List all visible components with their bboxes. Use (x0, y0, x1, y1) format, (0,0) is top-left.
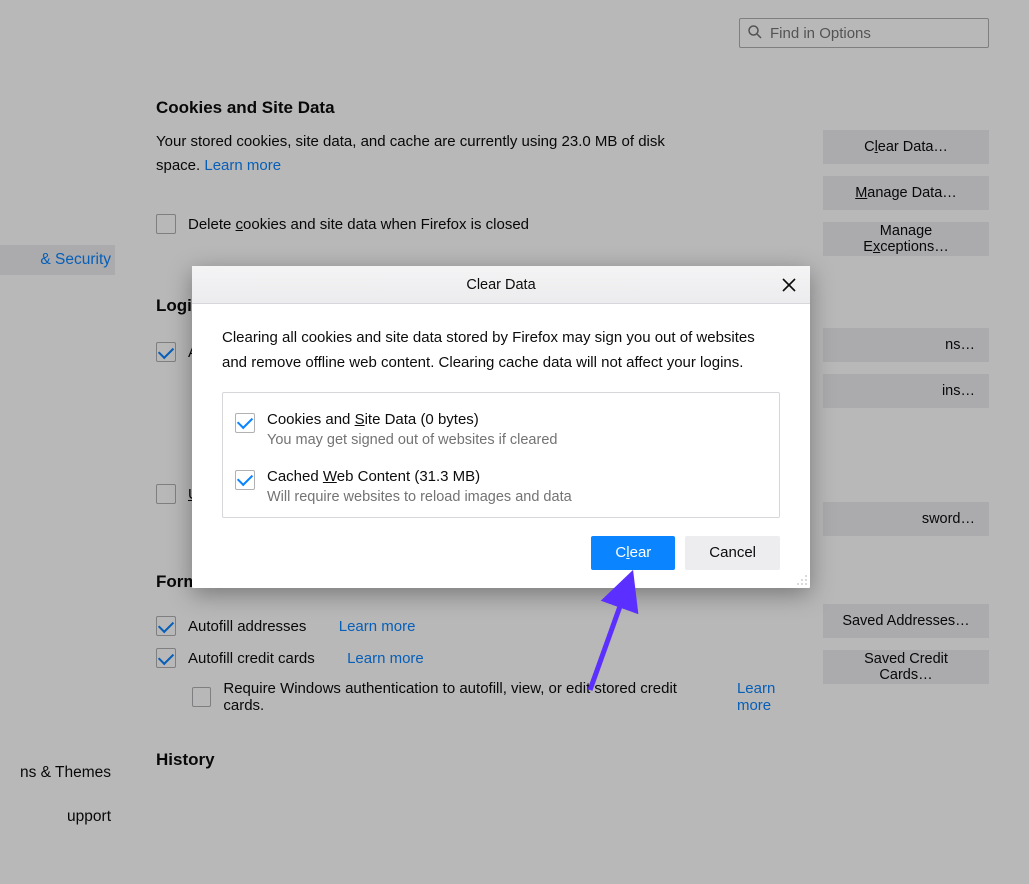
resize-grip-icon[interactable] (796, 574, 808, 586)
autofill-addresses-label: Autofill addresses (188, 618, 306, 635)
learn-more-link[interactable]: Learn more (339, 618, 416, 635)
autofill-addresses-checkbox[interactable] (156, 616, 176, 636)
learn-more-link[interactable]: Learn more (347, 650, 424, 667)
clear-data-button[interactable]: Clear Data… (823, 130, 989, 164)
cached-web-label: Cached Web Content (31.3 MB) (267, 468, 572, 485)
section-title-cookies: Cookies and Site Data (156, 98, 989, 118)
cookies-usage-text: Your stored cookies, site data, and cach… (156, 130, 676, 178)
cancel-button[interactable]: Cancel (685, 536, 780, 570)
delete-on-close-label: Delete cookies and site data when Firefo… (188, 216, 529, 233)
ask-save-logins-checkbox[interactable] (156, 342, 176, 362)
delete-on-close-checkbox[interactable] (156, 214, 176, 234)
require-winauth-label: Require Windows authentication to autofi… (223, 680, 704, 714)
section-title-history: History (156, 750, 989, 770)
autofill-cc-checkbox[interactable] (156, 648, 176, 668)
sidebar-item-themes[interactable]: ns & Themes (0, 758, 115, 788)
dialog-description: Clearing all cookies and site data store… (222, 326, 780, 376)
cookies-sitedata-sub: You may get signed out of websites if cl… (267, 432, 557, 448)
search-input[interactable] (739, 18, 989, 48)
use-master-password-checkbox[interactable] (156, 484, 176, 504)
search-box (739, 18, 989, 48)
clear-button[interactable]: Clear (591, 536, 675, 570)
dialog-title: Clear Data (192, 266, 810, 304)
saved-creditcards-button[interactable]: Saved Credit Cards… (823, 650, 989, 684)
search-icon (747, 24, 763, 40)
cookies-sitedata-checkbox[interactable] (235, 413, 255, 433)
cached-web-checkbox[interactable] (235, 470, 255, 490)
logins-btn-1[interactable]: ns… (823, 328, 989, 362)
change-master-password-button[interactable]: sword… (823, 502, 989, 536)
manage-exceptions-button[interactable]: Manage Exceptions… (823, 222, 989, 256)
cookies-sitedata-label: Cookies and Site Data (0 bytes) (267, 411, 557, 428)
saved-addresses-button[interactable]: Saved Addresses… (823, 604, 989, 638)
logins-btn-2[interactable]: ins… (823, 374, 989, 408)
cached-web-sub: Will require websites to reload images a… (267, 489, 572, 505)
learn-more-link[interactable]: Learn more (737, 680, 811, 714)
sidebar-item-support[interactable]: upport (0, 802, 115, 832)
autofill-cc-label: Autofill credit cards (188, 650, 315, 667)
sidebar-item-security[interactable]: & Security (0, 245, 115, 275)
clear-data-dialog: Clear Data Clearing all cookies and site… (192, 266, 810, 588)
require-winauth-checkbox[interactable] (192, 687, 211, 707)
manage-data-button[interactable]: Manage Data… (823, 176, 989, 210)
dialog-options-box: Cookies and Site Data (0 bytes) You may … (222, 392, 780, 518)
learn-more-link[interactable]: Learn more (204, 157, 281, 174)
close-icon[interactable] (774, 270, 804, 300)
sidebar: & Security ns & Themes upport (0, 0, 115, 884)
